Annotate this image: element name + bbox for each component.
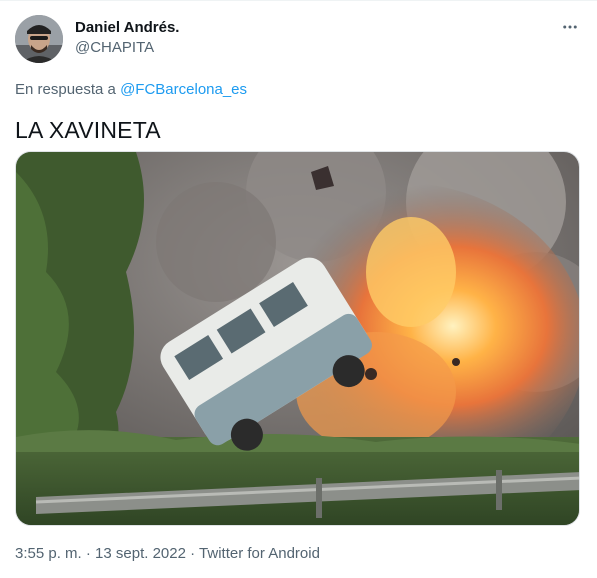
tweet-source[interactable]: Twitter for Android [199,545,320,562]
author-display-name[interactable]: Daniel Andrés. [75,18,179,38]
reply-context: En respuesta a @FCBarcelona_es [15,80,247,100]
tweet-text: LA XAVINETA [15,117,161,143]
meta-separator: · [185,545,200,562]
tweet-time[interactable]: 3:55 p. m. [15,545,82,562]
top-divider [0,0,597,1]
reply-mention-link[interactable]: @FCBarcelona_es [120,81,247,98]
explosion-photo [16,152,579,525]
avatar[interactable] [15,15,63,63]
meta-separator: · [81,545,96,562]
avatar-image [15,15,63,63]
more-options-button[interactable] [557,14,583,40]
reply-prefix: En respuesta a [15,81,121,98]
tweet-media-image[interactable] [15,151,580,526]
tweet-metadata: 3:55 p. m. · 13 sept. 2022 · Twitter for… [15,544,320,564]
more-horizontal-icon [563,25,577,29]
tweet-date[interactable]: 13 sept. 2022 [95,545,186,562]
author-handle[interactable]: @CHAPITA [75,38,154,58]
